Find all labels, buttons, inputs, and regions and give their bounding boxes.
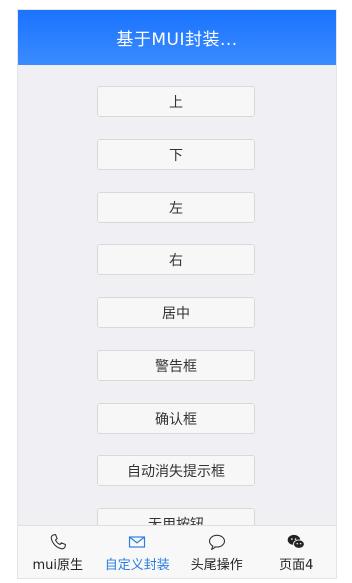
tab-bar: mui原生 自定义封装 头尾操作 页面4 (18, 525, 336, 578)
page-title: 基于MUI封装... (116, 30, 238, 50)
top-button[interactable]: 上 (97, 86, 255, 117)
tab-label: 自定义封装 (104, 558, 170, 573)
chat-bubble-icon (208, 534, 225, 551)
bottom-button[interactable]: 下 (97, 139, 255, 170)
tab-header-footer[interactable]: 头尾操作 (177, 526, 257, 578)
right-button[interactable]: 右 (97, 244, 255, 275)
tab-page-4[interactable]: 页面4 (257, 526, 337, 578)
center-button[interactable]: 居中 (97, 297, 255, 328)
tab-label: mui原生 (32, 558, 83, 573)
tab-label: 头尾操作 (190, 558, 243, 573)
button-list: 上 下 左 右 居中 警告框 确认框 自动消失提示框 无用按钮 (18, 65, 336, 526)
phone-icon (50, 533, 66, 550)
tab-label: 页面4 (279, 558, 314, 573)
alert-button[interactable]: 警告框 (97, 350, 255, 381)
wechat-icon (287, 534, 305, 549)
tab-custom-wrapper[interactable]: 自定义封装 (98, 526, 178, 578)
confirm-button[interactable]: 确认框 (97, 403, 255, 434)
left-button[interactable]: 左 (97, 192, 255, 223)
app-screen: 基于MUI封装... 上 下 左 右 居中 警告框 确认框 自动消失提示框 无用… (18, 10, 336, 578)
title-bar: 基于MUI封装... (18, 10, 336, 65)
tab-mui-native[interactable]: mui原生 (18, 526, 98, 578)
mail-icon (129, 536, 146, 548)
unused-button[interactable]: 无用按钮 (97, 508, 255, 526)
auto-dismiss-toast-button[interactable]: 自动消失提示框 (97, 455, 255, 486)
